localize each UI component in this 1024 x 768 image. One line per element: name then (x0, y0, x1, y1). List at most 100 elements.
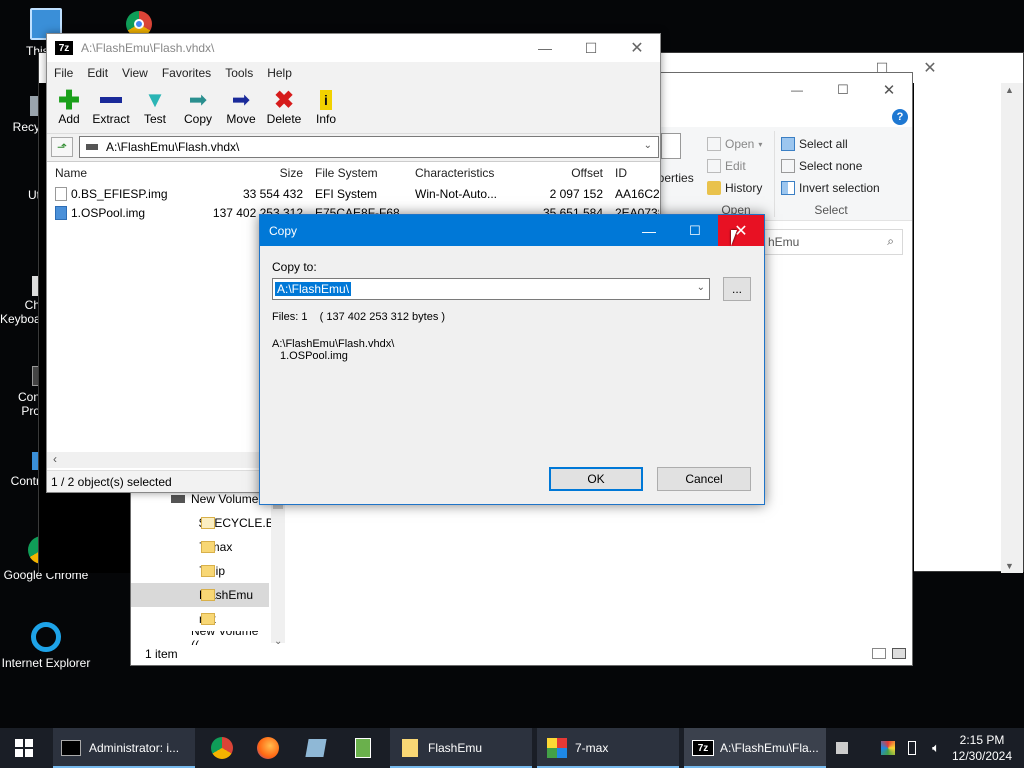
minimize-icon[interactable]: — (626, 215, 672, 246)
open-button[interactable]: Open ▾ (707, 137, 762, 151)
copy-button[interactable]: ➡ Copy (176, 87, 220, 126)
delete-button[interactable]: ✖ Delete (262, 87, 306, 127)
large-icons-view-icon[interactable] (892, 648, 906, 659)
menu-tools[interactable]: Tools (218, 66, 260, 80)
taskbar-item-cmd[interactable]: Administrator: i... (53, 728, 195, 768)
chevron-down-icon[interactable]: ⌄ (697, 282, 705, 293)
test-button[interactable]: ▼ Test (133, 87, 177, 126)
select-none-button[interactable]: Select none (781, 159, 862, 173)
dialog-title-bar[interactable]: Copy — ☐ ✕ (260, 215, 764, 246)
taskbar-app[interactable] (294, 728, 338, 768)
help-icon[interactable]: ? (892, 109, 908, 125)
tray-usb[interactable] (902, 728, 922, 768)
scrollbar[interactable]: ▲ ▼ (1001, 83, 1023, 573)
status-bar-text: 1 item (145, 647, 178, 661)
nav-item-7-zip[interactable]: 7-zip (131, 559, 269, 583)
properties-icon (661, 133, 681, 159)
nav-item-net[interactable]: net (131, 607, 269, 631)
desktop-icon-label: Con (17, 390, 40, 404)
close-icon[interactable]: ✕ (866, 77, 912, 103)
maximize-icon[interactable]: ☐ (568, 34, 614, 62)
menu-favorites[interactable]: Favorites (155, 66, 218, 80)
address-bar[interactable]: A:\FlashEmu\Flash.vhdx\ ⌄ (79, 136, 659, 158)
clock[interactable]: 2:15 PM 12/30/2024 (950, 728, 1014, 768)
add-icon: ✚ (58, 85, 80, 115)
maximize-icon[interactable]: ☐ (672, 215, 718, 246)
desktop-icon-ie[interactable]: Internet Explorer (0, 622, 92, 670)
horizontal-scrollbar[interactable]: ‹ (47, 452, 259, 468)
close-icon[interactable]: ✕ (718, 215, 764, 246)
history-button[interactable]: History (707, 181, 762, 195)
taskbar-chrome[interactable] (200, 728, 244, 768)
chevron-down-icon[interactable]: ⌄ (644, 140, 652, 151)
details-view-icon[interactable] (872, 648, 886, 659)
desktop-icon-recycle-bin[interactable]: Recy (0, 96, 48, 134)
search-icon: ⌕ (887, 234, 894, 248)
destination-path[interactable]: A:\FlashEmu\ (275, 282, 352, 296)
scroll-down-icon[interactable]: ▼ (1005, 561, 1014, 571)
taskbar-firefox[interactable] (246, 728, 290, 768)
title-bar[interactable]: 7z A:\FlashEmu\Flash.vhdx\ — ☐ ✕ (47, 34, 660, 62)
nav-item-recycle[interactable]: $RECYCLE.BIN (131, 511, 286, 535)
properties-button[interactable] (661, 133, 681, 159)
minimize-icon[interactable]: — (522, 34, 568, 62)
address-text: A:\FlashEmu\Flash.vhdx\ (106, 140, 240, 154)
taskbar-item-7zip[interactable]: 7z A:\FlashEmu\Fla... (684, 728, 826, 768)
menu-file[interactable]: File (47, 66, 80, 80)
nav-item-partial[interactable]: New Volume (( (131, 631, 269, 645)
menu-edit[interactable]: Edit (80, 66, 115, 80)
move-button[interactable]: ➡ Move (219, 87, 263, 126)
desktop-icon-console[interactable]: Con Pro (0, 366, 42, 418)
taskbar-item-explorer[interactable]: FlashEmu (390, 728, 532, 768)
maximize-icon[interactable]: ☐ (820, 77, 866, 103)
taskbar-label: A:\FlashEmu\Fla... (720, 741, 819, 755)
search-box[interactable]: hEmu ⌕ (761, 229, 903, 255)
destination-combo[interactable]: A:\FlashEmu\ ⌄ (272, 278, 710, 300)
desktop-icon-utilities[interactable]: Ut (0, 188, 40, 202)
copy-dialog[interactable]: Copy — ☐ ✕ Copy to: A:\FlashEmu\ ⌄ ... F… (259, 214, 765, 505)
menu-view[interactable]: View (115, 66, 155, 80)
column-id[interactable]: ID (615, 166, 627, 180)
invert-selection-button[interactable]: Invert selection (781, 181, 880, 195)
extract-button[interactable]: Extract (89, 88, 133, 126)
navigation-pane[interactable]: New Volume $RECYCLE.BIN 7-max 7-zip Flas… (131, 483, 286, 647)
menu-help[interactable]: Help (260, 66, 299, 80)
column-offset[interactable]: Offset (515, 166, 603, 180)
desktop-icon-charmap[interactable]: Ch Keyboa (0, 276, 42, 326)
up-folder-icon[interactable]: ⬏ (51, 137, 73, 157)
cancel-button[interactable]: Cancel (657, 467, 751, 491)
group-select-label: Select (814, 203, 848, 217)
column-size[interactable]: Size (207, 166, 303, 180)
tray-icon-2[interactable] (878, 728, 898, 768)
close-icon[interactable]: ✕ (907, 55, 953, 81)
tray-icon-1[interactable] (832, 728, 852, 768)
select-all-button[interactable]: Select all (781, 137, 848, 151)
desktop-icon-control-panel[interactable]: Contr (0, 452, 42, 488)
scroll-up-icon[interactable]: ▲ (1005, 85, 1014, 95)
close-icon[interactable]: ✕ (614, 34, 660, 62)
desktop-icon-label: Recy (12, 120, 40, 134)
column-characteristics[interactable]: Characteristics (415, 166, 494, 180)
taskbar-item-7max[interactable]: 7-max (537, 728, 679, 768)
scroll-down-icon[interactable]: ⌄ (274, 636, 282, 647)
start-button[interactable] (0, 728, 48, 768)
edit-button[interactable]: Edit (707, 159, 746, 173)
nav-item-flashemu[interactable]: FlashEmu (131, 583, 269, 607)
file-row[interactable]: 0.BS_EFIESP.img 33 554 432 EFI System Wi… (47, 185, 660, 204)
add-button[interactable]: ✚ Add (47, 85, 91, 126)
scroll-left-icon[interactable]: ‹ (53, 452, 57, 466)
column-name[interactable]: Name (55, 166, 87, 180)
minimize-icon[interactable]: — (774, 77, 820, 103)
nav-item-7-max[interactable]: 7-max (131, 535, 269, 559)
ok-button[interactable]: OK (549, 467, 643, 491)
tray-volume[interactable]: 🔈︎ (924, 728, 948, 768)
taskbar-app2[interactable] (341, 728, 385, 768)
file-id: AA16C2 (615, 187, 659, 201)
info-button[interactable]: i Info (304, 88, 348, 126)
browse-button[interactable]: ... (723, 277, 751, 301)
drive-icon (171, 495, 185, 503)
nav-scrollbar[interactable]: ⌄ (271, 483, 285, 647)
clock-date: 12/30/2024 (951, 749, 1013, 763)
column-file-system[interactable]: File System (315, 166, 378, 180)
select-all-icon (781, 137, 795, 151)
